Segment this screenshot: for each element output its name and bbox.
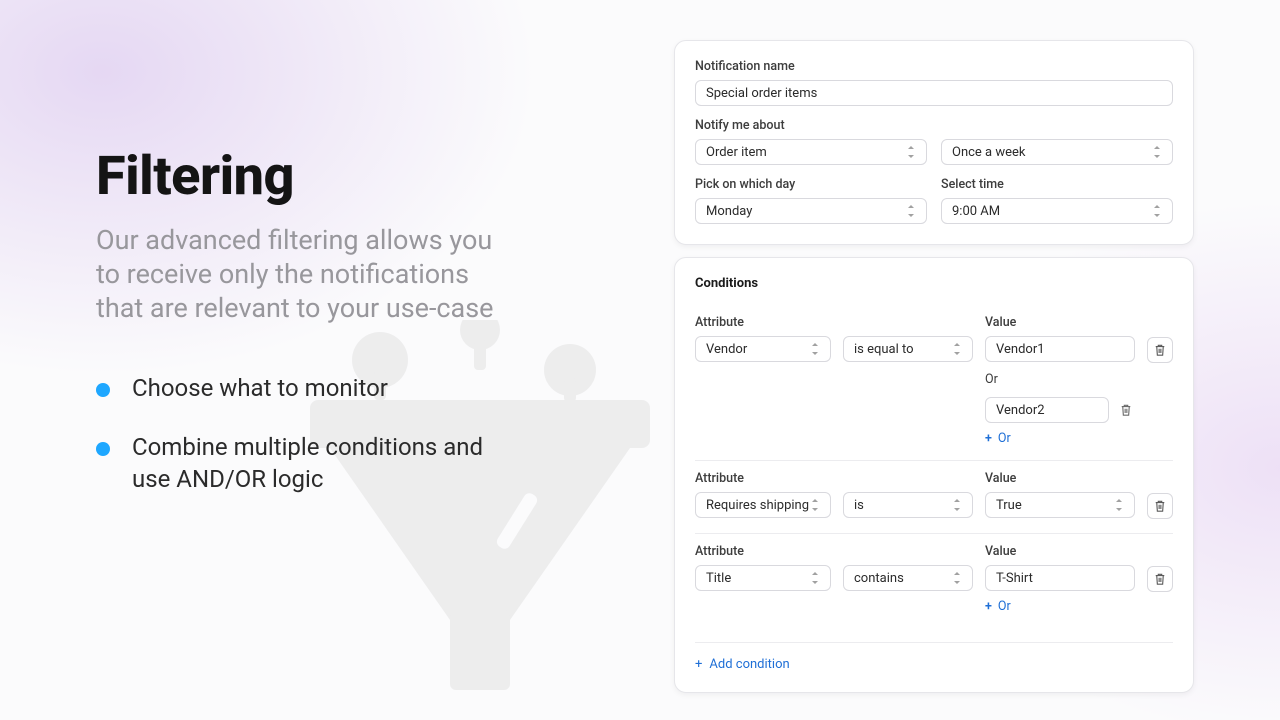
condition-row: Attribute Requires shipping is Value [695, 460, 1173, 533]
bullet-dot-icon [96, 383, 110, 397]
chevron-updown-icon [952, 499, 962, 511]
chevron-updown-icon [906, 205, 916, 217]
time-select[interactable]: 9:00 AM [941, 198, 1173, 224]
bullet-item: Combine multiple conditions and use AND/… [96, 432, 526, 494]
chevron-updown-icon [1152, 205, 1162, 217]
operator-select[interactable]: contains [843, 565, 973, 591]
trash-icon [1154, 572, 1166, 586]
name-label: Notification name [695, 59, 1173, 74]
chevron-updown-icon [810, 499, 820, 511]
frequency-select[interactable]: Once a week [941, 139, 1173, 165]
trash-icon [1154, 343, 1166, 357]
add-or-button[interactable]: + Or [985, 599, 1135, 614]
conditions-heading: Conditions [695, 276, 1173, 291]
chevron-updown-icon [952, 343, 962, 355]
attribute-label: Attribute [695, 471, 831, 486]
notification-name-input[interactable]: Special order items [695, 80, 1173, 106]
notify-about-select[interactable]: Order item [695, 139, 927, 165]
delete-condition-button[interactable] [1147, 337, 1173, 363]
frequency-label [941, 118, 1173, 133]
attribute-select[interactable]: Vendor [695, 336, 831, 362]
attribute-label: Attribute [695, 315, 831, 330]
chevron-updown-icon [906, 146, 916, 158]
delete-condition-button[interactable] [1147, 566, 1173, 592]
value-input[interactable]: T-Shirt [985, 565, 1135, 591]
operator-select[interactable]: is [843, 492, 973, 518]
time-label: Select time [941, 177, 1173, 192]
condition-row: Attribute Vendor is equal to Value [695, 305, 1173, 460]
value-input[interactable]: Vendor2 [985, 397, 1109, 423]
day-label: Pick on which day [695, 177, 927, 192]
delete-value-button[interactable] [1117, 401, 1135, 419]
or-separator: Or [985, 372, 1135, 387]
add-condition-button[interactable]: + Add condition [695, 642, 1173, 672]
attribute-select[interactable]: Title [695, 565, 831, 591]
value-label: Value [985, 544, 1135, 559]
value-label: Value [985, 315, 1135, 330]
condition-row: Attribute Title contains Value [695, 533, 1173, 628]
chevron-updown-icon [810, 572, 820, 584]
page-subtitle: Our advanced filtering allows you to rec… [96, 224, 516, 325]
bullet-item: Choose what to monitor [96, 373, 526, 404]
bullet-dot-icon [96, 442, 110, 456]
bullet-text: Choose what to monitor [132, 373, 388, 404]
bullet-text: Combine multiple conditions and use AND/… [132, 432, 526, 494]
about-label: Notify me about [695, 118, 927, 133]
notification-settings-card: Notification name Special order items No… [674, 40, 1194, 245]
attribute-label: Attribute [695, 544, 831, 559]
plus-icon: + [695, 657, 702, 672]
chevron-updown-icon [1152, 146, 1162, 158]
chevron-updown-icon [952, 572, 962, 584]
value-input[interactable]: Vendor1 [985, 336, 1135, 362]
attribute-select[interactable]: Requires shipping [695, 492, 831, 518]
plus-icon: + [985, 599, 992, 614]
trash-icon [1120, 403, 1132, 417]
page-title: Filtering [96, 145, 616, 208]
chevron-updown-icon [810, 343, 820, 355]
delete-condition-button[interactable] [1147, 493, 1173, 519]
operator-select[interactable]: is equal to [843, 336, 973, 362]
value-select[interactable]: True [985, 492, 1135, 518]
value-label: Value [985, 471, 1135, 486]
plus-icon: + [985, 431, 992, 446]
conditions-card: Conditions Attribute Vendor is equal to [674, 257, 1194, 693]
trash-icon [1154, 499, 1166, 513]
chevron-updown-icon [1114, 499, 1124, 511]
add-or-button[interactable]: + Or [985, 431, 1135, 446]
day-select[interactable]: Monday [695, 198, 927, 224]
